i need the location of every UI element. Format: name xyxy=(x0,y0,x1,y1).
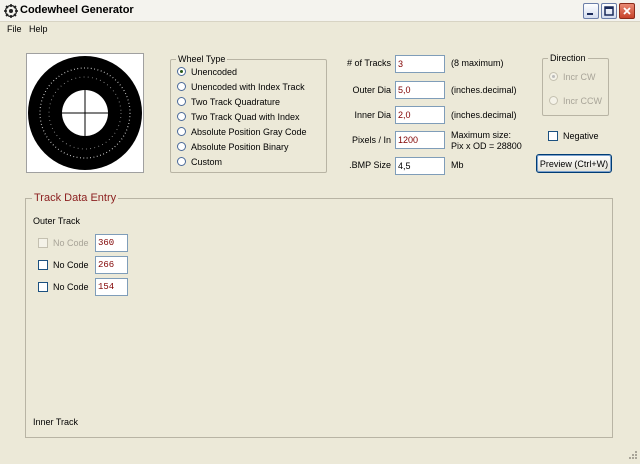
inner-dia-input[interactable]: 2,0 xyxy=(395,106,445,124)
tracks-label: # of Tracks xyxy=(346,58,391,68)
radio-label: Absolute Position Binary xyxy=(191,141,289,152)
radio-dot[interactable] xyxy=(549,96,558,105)
no-code-checkbox[interactable] xyxy=(38,238,48,248)
radio-dot[interactable] xyxy=(177,127,186,136)
radio-dot[interactable] xyxy=(177,67,186,76)
codewheel-preview xyxy=(26,53,144,173)
direction-legend: Direction xyxy=(548,53,588,63)
track-count-input[interactable]: 360 xyxy=(95,234,128,252)
radio-absolute-binary[interactable]: Absolute Position Binary xyxy=(177,140,289,153)
radio-dot[interactable] xyxy=(177,82,186,91)
maximize-icon xyxy=(604,6,614,16)
inner-track-label: Inner Track xyxy=(33,417,79,427)
wheel-type-legend: Wheel Type xyxy=(176,54,228,64)
track-data-entry-legend: Track Data Entry xyxy=(32,192,119,204)
negative-checkbox[interactable]: Negative xyxy=(548,129,599,142)
direction-group: Direction Incr CW Incr CCW xyxy=(542,53,609,116)
bmp-size-value: 4,5 xyxy=(395,157,445,175)
track-row-2: No Code 266 xyxy=(38,256,128,274)
no-code-label: No Code xyxy=(53,282,89,292)
close-icon xyxy=(623,7,631,15)
track-data-entry-panel: Track Data Entry Outer Track No Code 360… xyxy=(25,192,613,438)
radio-two-track-quadrature[interactable]: Two Track Quadrature xyxy=(177,95,280,108)
radio-dot[interactable] xyxy=(177,112,186,121)
radio-custom[interactable]: Custom xyxy=(177,155,222,168)
preview-button[interactable]: Preview (Ctrl+W) xyxy=(536,154,612,173)
negative-label: Negative xyxy=(563,130,599,141)
radio-label: Absolute Position Gray Code xyxy=(191,126,307,137)
radio-unencoded[interactable]: Unencoded xyxy=(177,65,237,78)
bmp-size-label: .BMP Size xyxy=(349,160,391,170)
radio-two-track-quad-index[interactable]: Two Track Quad with Index xyxy=(177,110,300,123)
bmp-size-unit: Mb xyxy=(451,160,464,170)
max-size-formula: Pix x OD = 28800 xyxy=(451,141,522,151)
track-row-3: No Code 154 xyxy=(38,278,128,296)
radio-label: Unencoded with Index Track xyxy=(191,81,305,92)
radio-dot[interactable] xyxy=(549,72,558,81)
pixels-input[interactable]: 1200 xyxy=(395,131,445,149)
no-code-label: No Code xyxy=(53,260,89,270)
radio-label: Unencoded xyxy=(191,66,238,77)
radio-label: Incr CCW xyxy=(563,95,602,106)
outer-dia-label: Outer Dia xyxy=(352,85,391,95)
track-count-input[interactable]: 154 xyxy=(95,278,128,296)
menu-file[interactable]: File xyxy=(7,24,22,34)
inner-dia-label: Inner Dia xyxy=(354,110,391,120)
app-gear-icon xyxy=(4,4,18,18)
track-count-input[interactable]: 266 xyxy=(95,256,128,274)
inner-dia-note: (inches.decimal) xyxy=(451,110,517,120)
title-bar: Codewheel Generator xyxy=(0,0,640,22)
pixels-label: Pixels / In xyxy=(351,135,391,145)
track-row-1: No Code 360 xyxy=(38,234,128,252)
radio-label: Two Track Quadrature xyxy=(191,96,281,107)
codewheel-image xyxy=(28,56,142,170)
outer-dia-note: (inches.decimal) xyxy=(451,85,517,95)
menu-help[interactable]: Help xyxy=(29,24,48,34)
outer-track-label: Outer Track xyxy=(33,216,81,226)
radio-dot[interactable] xyxy=(177,157,186,166)
tracks-note: (8 maximum) xyxy=(451,58,504,68)
close-button[interactable] xyxy=(619,3,635,19)
menu-bar: File Help xyxy=(0,22,640,37)
no-code-label: No Code xyxy=(53,238,89,248)
window-title: Codewheel Generator xyxy=(20,4,134,16)
minimize-button[interactable] xyxy=(583,3,599,19)
radio-dot[interactable] xyxy=(177,97,186,106)
radio-dot[interactable] xyxy=(177,142,186,151)
outer-dia-input[interactable]: 5,0 xyxy=(395,81,445,99)
radio-label: Custom xyxy=(191,156,223,167)
maximize-button[interactable] xyxy=(601,3,617,19)
resize-grip-icon[interactable] xyxy=(626,450,638,462)
radio-label: Two Track Quad with Index xyxy=(191,111,300,122)
tracks-input[interactable]: 3 xyxy=(395,55,445,73)
minimize-icon xyxy=(587,13,593,15)
radio-gray-code[interactable]: Absolute Position Gray Code xyxy=(177,125,307,138)
max-size-note: Maximum size: xyxy=(451,130,512,140)
radio-incr-cw[interactable]: Incr CW xyxy=(549,70,596,83)
checkbox-box[interactable] xyxy=(548,130,558,141)
no-code-checkbox[interactable] xyxy=(38,260,48,270)
wheel-type-group: Wheel Type Unencoded Unencoded with Inde… xyxy=(170,54,327,173)
radio-label: Incr CW xyxy=(563,71,596,82)
radio-incr-ccw[interactable]: Incr CCW xyxy=(549,94,602,107)
radio-unencoded-index[interactable]: Unencoded with Index Track xyxy=(177,80,305,93)
no-code-checkbox[interactable] xyxy=(38,282,48,292)
